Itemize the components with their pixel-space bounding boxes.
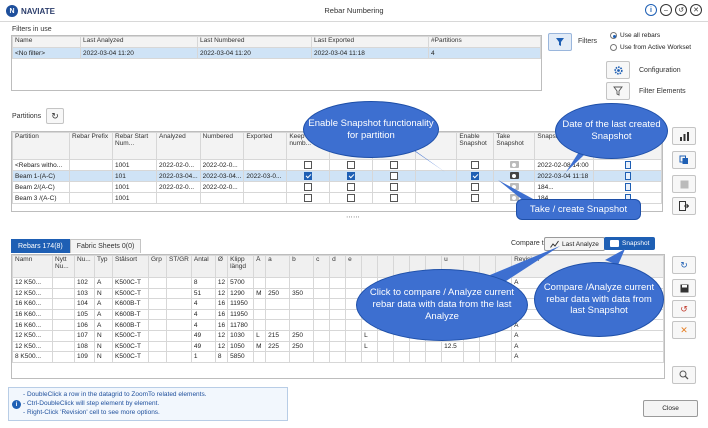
- callout-compare-snapshot: Compare /Analyze current rebar data with…: [534, 262, 664, 337]
- callout-compare-analyze: Click to compare / Analyze current rebar…: [356, 269, 528, 341]
- callout-date-snapshot: Date of the last created Snapshot: [555, 103, 668, 159]
- callout-enable-snapshot: Enable Snapshot functionality for partit…: [303, 101, 439, 158]
- callout-take-snapshot: Take / create Snapshot: [516, 199, 641, 220]
